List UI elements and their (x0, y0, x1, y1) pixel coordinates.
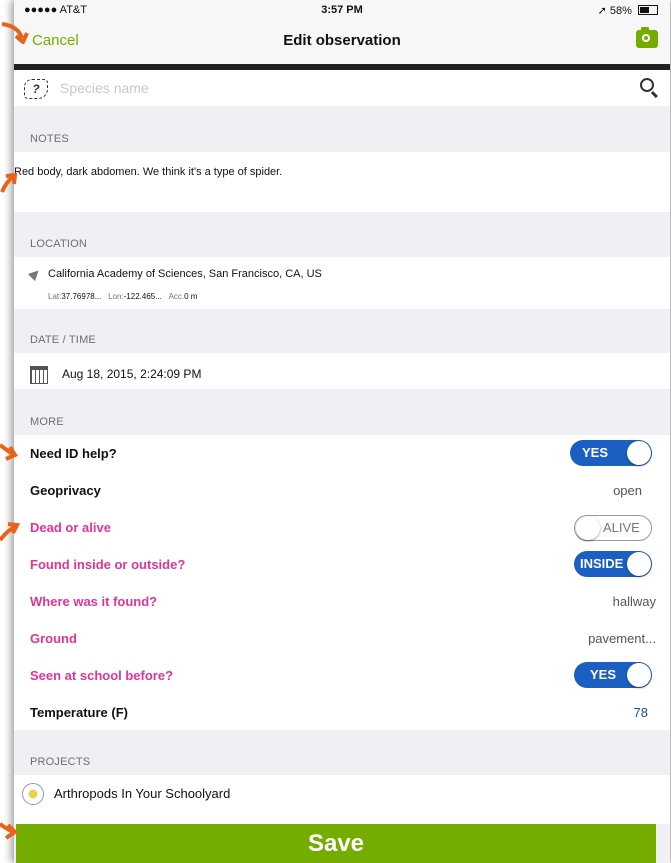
where-found-row[interactable]: Where was it found? hallway (14, 583, 670, 620)
geoprivacy-value: open (613, 483, 642, 498)
where-found-label: Where was it found? (30, 594, 158, 609)
navigation-bar: Cancel Edit observation (14, 20, 670, 65)
datetime-header: DATE / TIME (30, 334, 96, 346)
temperature-value: 78 (633, 705, 648, 720)
where-found-value: hallway (612, 594, 656, 609)
camera-icon[interactable] (636, 27, 658, 48)
ground-label: Ground (30, 631, 77, 646)
search-icon[interactable] (640, 78, 654, 92)
dead-or-alive-toggle[interactable]: ALIVE (574, 515, 652, 541)
battery-icon (638, 5, 658, 15)
location-arrow-icon: ➚ (597, 5, 607, 17)
more-panel: Need ID help? YES Geoprivacy open Dead o… (14, 435, 670, 730)
accuracy-value: 0 m (184, 292, 198, 301)
ground-row[interactable]: Ground pavement... (14, 620, 670, 657)
calendar-icon (30, 366, 48, 384)
need-id-help-row: Need ID help? YES (14, 435, 670, 472)
seen-before-label: Seen at school before? (30, 668, 174, 683)
latitude-value: 37.76978... (61, 292, 102, 301)
notes-field[interactable]: Red body, dark abdomen. We think it's a … (14, 152, 670, 212)
annotation-arrow-icon (0, 172, 30, 194)
location-coordinates: Lat:37.76978... Lon:-122.465... Acc.0 m (48, 292, 198, 301)
notes-header: NOTES (30, 133, 69, 145)
inside-outside-toggle[interactable]: INSIDE (574, 551, 652, 577)
battery-percent: 58% (609, 5, 632, 17)
seen-before-toggle[interactable]: YES (574, 662, 652, 688)
dead-or-alive-label: Dead or alive (30, 520, 111, 535)
question-leaf-icon: ? (24, 79, 48, 99)
project-logo-icon (22, 783, 44, 805)
save-button[interactable]: Save (16, 824, 656, 863)
geoprivacy-row[interactable]: Geoprivacy open (14, 472, 670, 509)
inside-outside-row: Found inside or outside? INSIDE (14, 546, 670, 583)
annotation-arrow-icon (0, 443, 30, 465)
datetime-value: Aug 18, 2015, 2:24:09 PM (62, 367, 202, 381)
inside-outside-label: Found inside or outside? (30, 557, 186, 572)
geoprivacy-label: Geoprivacy (30, 483, 101, 498)
location-name: California Academy of Sciences, San Fran… (48, 268, 322, 280)
annotation-arrow-icon (0, 520, 30, 542)
app-screen: ●●●●● AT&T 3:57 PM ➚ 58% Cancel Edit obs… (14, 0, 670, 863)
temperature-label: Temperature (F) (30, 705, 128, 720)
ground-value: pavement... (588, 631, 656, 646)
longitude-value: -122.465... (123, 292, 162, 301)
page-title: Edit observation (283, 32, 401, 49)
battery-indicator: ➚ 58% (598, 4, 658, 17)
species-row: ? (14, 70, 670, 106)
species-name-input[interactable] (58, 79, 602, 97)
more-header: MORE (30, 416, 64, 428)
projects-header: PROJECTS (30, 756, 91, 768)
status-bar: ●●●●● AT&T 3:57 PM ➚ 58% (14, 0, 670, 20)
seen-before-row: Seen at school before? YES (14, 657, 670, 694)
project-row[interactable]: Arthropods In Your Schoolyard (14, 775, 670, 824)
annotation-arrow-icon (0, 820, 30, 842)
need-id-help-toggle[interactable]: YES (570, 440, 652, 466)
datetime-row[interactable]: Aug 18, 2015, 2:24:09 PM (14, 353, 670, 389)
project-name: Arthropods In Your Schoolyard (54, 786, 231, 801)
need-id-help-label: Need ID help? (30, 446, 117, 461)
location-row[interactable]: California Academy of Sciences, San Fran… (14, 257, 670, 309)
annotation-arrow-icon (0, 22, 30, 46)
notes-text: Red body, dark abdomen. We think it's a … (14, 166, 283, 178)
location-header: LOCATION (30, 238, 88, 250)
location-arrow-icon (27, 266, 43, 282)
temperature-row[interactable]: Temperature (F) 78 (14, 694, 670, 731)
dead-or-alive-row: Dead or alive ALIVE (14, 509, 670, 546)
status-time: 3:57 PM (321, 4, 363, 16)
